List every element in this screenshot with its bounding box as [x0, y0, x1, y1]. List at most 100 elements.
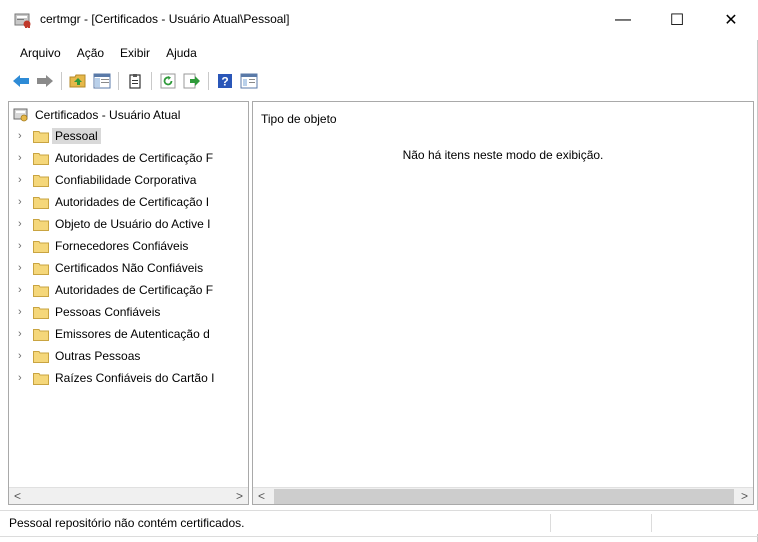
status-bar: Pessoal repositório não contém certifica… [0, 510, 758, 534]
tree-item[interactable]: › Certificados Não Confiáveis [9, 258, 248, 278]
folder-icon [33, 240, 49, 253]
show-hide-tree-button[interactable] [91, 71, 113, 91]
scroll-right-arrow-icon[interactable]: > [736, 488, 753, 504]
tree-item-label: Objeto de Usuário do Active I [55, 217, 211, 231]
tree-item[interactable]: › Autoridades de Certificação F [9, 280, 248, 300]
folder-icon [33, 218, 49, 231]
column-header-object-type[interactable]: Tipo de objeto [261, 112, 337, 126]
toolbar: ? [0, 68, 758, 94]
title-bar[interactable]: certmgr - [Certificados - Usuário Atual\… [0, 0, 758, 40]
folder-icon [33, 372, 49, 385]
scroll-left-arrow-icon[interactable]: < [9, 488, 26, 504]
window-bottom-border [0, 536, 758, 537]
tree-item-label: Autoridades de Certificação I [55, 195, 210, 209]
maximize-icon: ☐ [669, 12, 685, 29]
menu-bar: Arquivo Ação Exibir Ajuda [0, 42, 205, 64]
chevron-right-icon[interactable]: › [9, 218, 27, 230]
tree-item-label: Certificados Não Confiáveis [55, 261, 204, 275]
menu-ajuda[interactable]: Ajuda [158, 43, 205, 63]
help-button[interactable]: ? [214, 71, 236, 91]
empty-view-message: Não há itens neste modo de exibição. [402, 148, 604, 162]
export-icon [183, 73, 200, 89]
tree-root[interactable]: Certificados - Usuário Atual [13, 106, 180, 124]
certmgr-window: certmgr - [Certificados - Usuário Atual\… [0, 0, 758, 542]
status-separator [550, 514, 551, 532]
tree-item[interactable]: › Autoridades de Certificação I [9, 192, 248, 212]
close-icon: ✕ [724, 12, 738, 29]
folder-icon [33, 174, 49, 187]
folder-icon [33, 196, 49, 209]
tree-item-label: Confiabilidade Corporativa [55, 173, 197, 187]
folder-icon [33, 152, 49, 165]
tree-item-label: Pessoal [52, 128, 101, 144]
properties-button[interactable] [238, 71, 260, 91]
tree-root-label: Certificados - Usuário Atual [35, 108, 181, 122]
chevron-right-icon[interactable]: › [9, 306, 27, 318]
refresh-button[interactable] [157, 71, 179, 91]
chevron-right-icon[interactable]: › [9, 350, 27, 362]
status-separator [651, 514, 652, 532]
close-button[interactable]: ✕ [708, 0, 754, 40]
back-icon [13, 75, 29, 87]
tree-item[interactable]: › Emissores de Autenticação d [9, 324, 248, 344]
up-level-button[interactable] [67, 71, 89, 91]
tree-item-label: Outras Pessoas [55, 349, 141, 363]
tree-item[interactable]: › Outras Pessoas [9, 346, 248, 366]
console-tree-pane[interactable]: Certificados - Usuário Atual › Pessoal ›… [8, 101, 249, 505]
tree-item[interactable]: › Fornecedores Confiáveis [9, 236, 248, 256]
svg-text:?: ? [221, 75, 228, 89]
forward-button[interactable] [34, 71, 56, 91]
maximize-button[interactable]: ☐ [654, 0, 700, 40]
tree-item[interactable]: › Pessoas Confiáveis [9, 302, 248, 322]
toolbar-separator [61, 72, 62, 90]
folder-icon [33, 262, 49, 275]
details-pane[interactable]: Tipo de objeto Não há itens neste modo d… [252, 101, 754, 505]
chevron-right-icon[interactable]: › [9, 240, 27, 252]
chevron-right-icon[interactable]: › [9, 284, 27, 296]
chevron-right-icon[interactable]: › [9, 372, 27, 384]
tree-item-pessoal[interactable]: › Pessoal [9, 126, 248, 146]
chevron-right-icon[interactable]: › [9, 196, 27, 208]
toolbar-separator [118, 72, 119, 90]
folder-icon [33, 284, 49, 297]
properties-icon [240, 73, 258, 89]
tree-item-label: Pessoas Confiáveis [55, 305, 161, 319]
menu-acao[interactable]: Ação [69, 43, 112, 63]
tree-item[interactable]: › Confiabilidade Corporativa [9, 170, 248, 190]
refresh-icon [160, 73, 176, 89]
tree-item[interactable]: › Raízes Confiáveis do Cartão I [9, 368, 248, 388]
show-hide-tree-icon [93, 73, 111, 89]
status-text: Pessoal repositório não contém certifica… [9, 516, 245, 530]
export-list-button[interactable] [124, 71, 146, 91]
minimize-icon: — [615, 11, 631, 28]
folder-icon [33, 350, 49, 363]
chevron-right-icon[interactable]: › [9, 130, 27, 142]
toolbar-separator [208, 72, 209, 90]
chevron-right-icon[interactable]: › [9, 262, 27, 274]
tree-item-label: Raízes Confiáveis do Cartão I [55, 371, 215, 385]
tree-item-label: Autoridades de Certificação F [55, 151, 214, 165]
scroll-thumb[interactable] [274, 488, 734, 504]
chevron-right-icon[interactable]: › [9, 174, 27, 186]
export-list-icon [129, 74, 141, 89]
menu-arquivo[interactable]: Arquivo [12, 43, 69, 63]
back-button[interactable] [10, 71, 32, 91]
menu-exibir[interactable]: Exibir [112, 43, 158, 63]
details-horizontal-scrollbar[interactable]: < > [253, 487, 753, 504]
certificate-store-icon [13, 108, 28, 122]
tree-item[interactable]: › Autoridades de Certificação F [9, 148, 248, 168]
up-folder-icon [69, 74, 86, 88]
export-button[interactable] [181, 71, 203, 91]
minimize-button[interactable]: — [600, 0, 646, 40]
scroll-left-arrow-icon[interactable]: < [253, 488, 270, 504]
tree-item[interactable]: › Objeto de Usuário do Active I [9, 214, 248, 234]
toolbar-separator [151, 72, 152, 90]
folder-icon [33, 328, 49, 341]
scroll-right-arrow-icon[interactable]: > [231, 488, 248, 504]
chevron-right-icon[interactable]: › [9, 328, 27, 340]
forward-icon [37, 75, 53, 87]
window-title: certmgr - [Certificados - Usuário Atual\… [40, 12, 290, 26]
chevron-right-icon[interactable]: › [9, 152, 27, 164]
tree-horizontal-scrollbar[interactable]: < > [9, 487, 248, 504]
tree-item-label: Emissores de Autenticação d [55, 327, 210, 341]
